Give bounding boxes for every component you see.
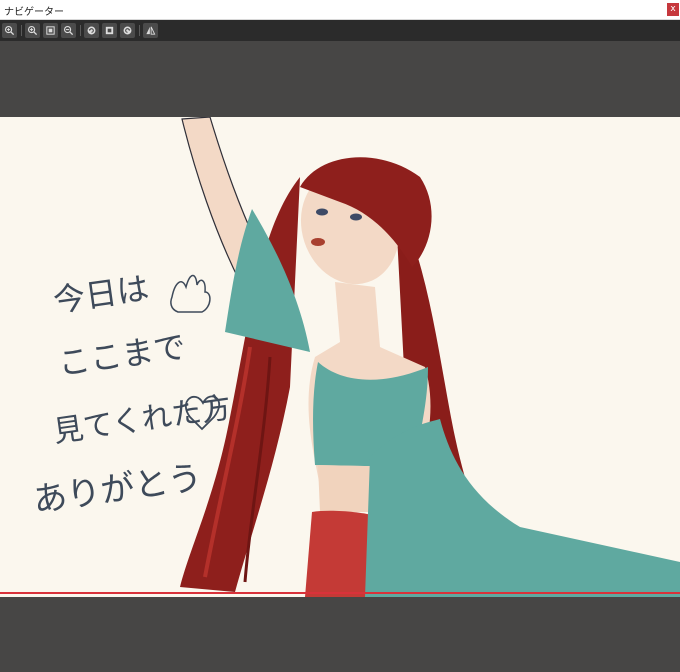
flip-horizontal-button[interactable] (143, 23, 158, 38)
toolbar-separator (139, 25, 140, 36)
handwriting-line-2: ここまで (56, 327, 188, 382)
rotate-right-button[interactable] (120, 23, 135, 38)
navigator-toolbar (0, 20, 680, 41)
toolbar-separator (21, 25, 22, 36)
handwriting: 今日は ここまで 見てくれた方 ありがとう (31, 269, 234, 521)
flip-horizontal-icon (146, 26, 156, 35)
zoom-out-icon (64, 26, 74, 36)
zoom-out-button[interactable] (61, 23, 76, 38)
peace-hand-doodle (170, 274, 211, 313)
handwriting-line-4: ありがとう (31, 458, 205, 521)
artwork-canvas[interactable]: 今日は ここまで 見てくれた方 ありがとう (0, 117, 680, 597)
window-title: ナビゲーター (4, 7, 64, 18)
zoom-fit-icon (5, 26, 15, 36)
sleeve-hanging (365, 419, 680, 597)
zoom-in-button[interactable] (25, 23, 40, 38)
reset-view-icon (105, 26, 114, 35)
handwriting-line-1: 今日は (51, 269, 151, 320)
zoom-fit-button[interactable] (2, 23, 17, 38)
fit-window-icon (46, 26, 55, 35)
rotate-left-icon (87, 26, 96, 35)
navigator-frame-indicator (0, 592, 680, 594)
eye-left (316, 208, 328, 216)
scales-left (305, 510, 372, 597)
reset-view-button[interactable] (102, 23, 117, 38)
zoom-in-icon (28, 26, 38, 36)
rotate-left-button[interactable] (84, 23, 99, 38)
toolbar-separator (80, 25, 81, 36)
eye-right (350, 213, 362, 221)
lips (311, 238, 325, 246)
rotate-right-icon (123, 26, 132, 35)
title-bar: ナビゲーター x (0, 0, 680, 20)
close-button[interactable]: x (667, 3, 679, 16)
close-icon: x (670, 4, 676, 14)
fit-window-button[interactable] (43, 23, 58, 38)
artwork-illustration: 今日は ここまで 見てくれた方 ありがとう (31, 117, 680, 597)
